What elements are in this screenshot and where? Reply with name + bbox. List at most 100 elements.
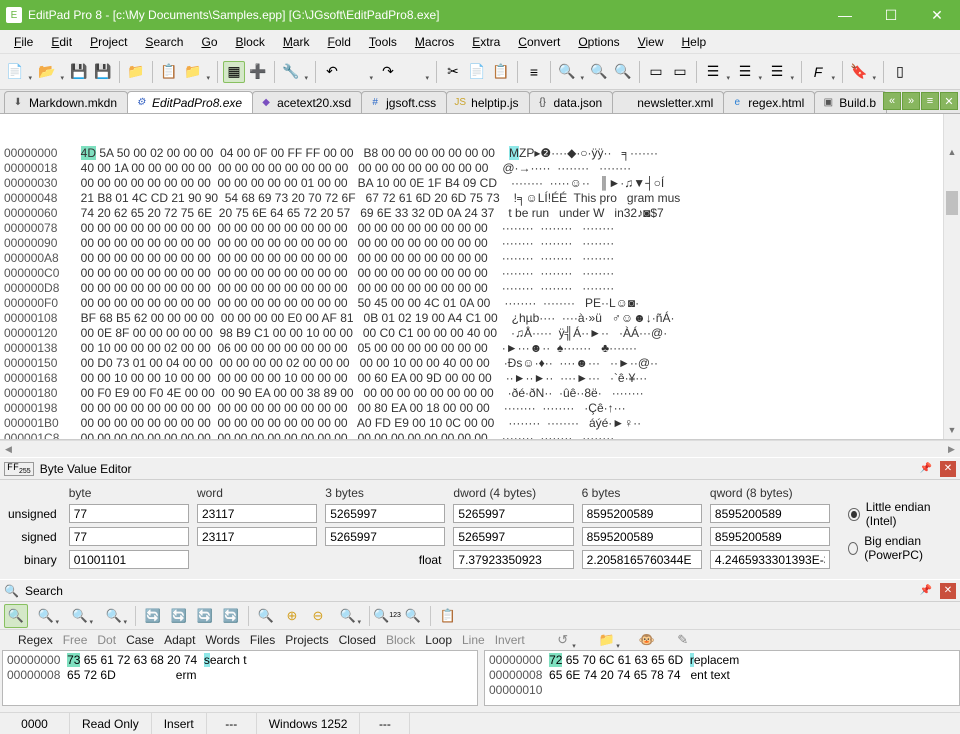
bv-unsigned[interactable] <box>325 504 445 523</box>
search-opt-projects[interactable]: Projects <box>285 633 328 647</box>
search-hl4[interactable]: 🔍 <box>332 604 364 628</box>
search-hl1[interactable]: 🔍 <box>254 604 278 628</box>
vertical-scrollbar[interactable]: ▲ ▼ <box>943 114 960 439</box>
menu-convert[interactable]: Convert <box>510 33 568 51</box>
menu-tools[interactable]: Tools <box>361 33 405 51</box>
close-button[interactable]: ✕ <box>914 0 960 30</box>
font-button[interactable]: F <box>807 61 837 83</box>
tab-data-json[interactable]: {}data.json <box>529 91 614 113</box>
undo-button[interactable]: ↶ <box>321 61 343 83</box>
bv-signed[interactable] <box>197 527 317 546</box>
search-opt-regex[interactable]: Regex <box>18 633 53 647</box>
find-prev-button[interactable]: 🔍 <box>612 61 634 83</box>
scroll-thumb[interactable] <box>946 191 958 215</box>
select-none-button[interactable]: ▭ <box>669 61 691 83</box>
search-replace2[interactable]: 🔄 <box>167 604 191 628</box>
find-button[interactable]: 🔍 <box>556 61 586 83</box>
search-opt-invert[interactable]: Invert <box>495 633 525 647</box>
search-extra-3[interactable]: ✎ <box>671 628 695 652</box>
tab-scroll-left[interactable]: « <box>883 92 901 110</box>
open-folder-button[interactable]: 📁 <box>125 61 147 83</box>
grid-view-button[interactable]: ▦ <box>223 61 245 83</box>
search-opt-block[interactable]: Block <box>386 633 415 647</box>
search-find-button[interactable]: 🔍 <box>4 604 28 628</box>
bv-unsigned[interactable] <box>710 504 830 523</box>
status-encoding[interactable]: Windows 1252 <box>257 713 361 734</box>
bv-signed[interactable] <box>69 527 189 546</box>
minimize-button[interactable]: — <box>822 0 868 30</box>
little-endian-radio[interactable]: Little endian (Intel) <box>848 500 952 528</box>
search-find-prev[interactable]: 🔍 <box>64 604 96 628</box>
hex-editor[interactable]: 00000000 4D 5A 50 00 02 00 00 00 04 00 0… <box>0 114 960 440</box>
search-list[interactable]: 🔍 <box>401 604 425 628</box>
menu-file[interactable]: File <box>6 33 41 51</box>
tab-list-button[interactable]: ≡ <box>921 92 939 110</box>
menu-view[interactable]: View <box>630 33 672 51</box>
menu-project[interactable]: Project <box>82 33 135 51</box>
search-replace4[interactable]: 🔄 <box>219 604 243 628</box>
search-opt-words[interactable]: Words <box>205 633 239 647</box>
bv-binary[interactable] <box>69 550 189 569</box>
menu-search[interactable]: Search <box>137 33 191 51</box>
tab-build-b[interactable]: ▣Build.b <box>814 91 887 113</box>
big-endian-radio[interactable]: Big endian (PowerPC) <box>848 534 952 562</box>
search-opt-closed[interactable]: Closed <box>339 633 376 647</box>
bv-unsigned[interactable] <box>453 504 573 523</box>
open-file-button[interactable]: 📂 <box>36 61 66 83</box>
search-opt-line[interactable]: Line <box>462 633 485 647</box>
search-opt-files[interactable]: Files <box>250 633 275 647</box>
status-insert[interactable]: Insert <box>152 713 207 734</box>
bv-float[interactable] <box>582 550 702 569</box>
search-find-next[interactable]: 🔍 <box>30 604 62 628</box>
tab-editpadpro8-exe[interactable]: ⚙EditPadPro8.exe <box>127 91 253 113</box>
hscroll-left[interactable]: ◀ <box>0 444 17 455</box>
scroll-up-button[interactable]: ▲ <box>944 144 960 161</box>
list2-button[interactable]: ☰ <box>734 61 764 83</box>
search-count[interactable]: 🔍123 <box>375 604 399 628</box>
cut-button[interactable]: ✂ <box>442 61 464 83</box>
scroll-down-button[interactable]: ▼ <box>944 422 960 439</box>
search-extra-0[interactable]: ↺ <box>547 628 579 652</box>
bv-signed[interactable] <box>710 527 830 546</box>
search-opt-free[interactable]: Free <box>63 633 88 647</box>
indent-button[interactable]: ≡ <box>523 61 545 83</box>
folder-dropdown[interactable]: 📁 <box>182 61 212 83</box>
select-all-button[interactable]: ▭ <box>645 61 667 83</box>
menu-mark[interactable]: Mark <box>275 33 318 51</box>
menu-help[interactable]: Help <box>674 33 715 51</box>
tab-acetext20-xsd[interactable]: ◆acetext20.xsd <box>252 91 362 113</box>
copy-icon[interactable]: 📋 <box>158 61 180 83</box>
tab-scroll-right[interactable]: » <box>902 92 920 110</box>
tab-helptip-js[interactable]: JShelptip.js <box>446 91 529 113</box>
tab-newsletter-xml[interactable]: newsletter.xml <box>612 91 724 113</box>
bv-unsigned[interactable] <box>582 504 702 523</box>
panel-pin-button[interactable]: 📌 <box>918 461 934 477</box>
search-replace1[interactable]: 🔄 <box>141 604 165 628</box>
copy-button[interactable]: 📄 <box>466 61 488 83</box>
add-row-button[interactable]: ➕ <box>247 61 269 83</box>
panel-button[interactable]: ▯ <box>889 61 911 83</box>
replace-term-box[interactable]: 00000000 72 65 70 6C 61 63 65 6D replace… <box>484 650 960 706</box>
menu-edit[interactable]: Edit <box>43 33 80 51</box>
menu-go[interactable]: Go <box>193 33 225 51</box>
save-all-button[interactable]: 💾 <box>92 61 114 83</box>
search-opt-adapt[interactable]: Adapt <box>164 633 195 647</box>
maximize-button[interactable]: ☐ <box>868 0 914 30</box>
search-pin-button[interactable]: 📌 <box>918 583 934 599</box>
bv-signed[interactable] <box>582 527 702 546</box>
tab-markdown-mkdn[interactable]: ⬇Markdown.mkdn <box>4 91 128 113</box>
search-close-button[interactable]: ✕ <box>940 583 956 599</box>
find-next-button[interactable]: 🔍 <box>588 61 610 83</box>
search-hl2[interactable]: ⊕ <box>280 604 304 628</box>
panel-close-button[interactable]: ✕ <box>940 461 956 477</box>
search-extra-2[interactable]: 🐵 <box>635 628 659 652</box>
paste-button[interactable]: 📋 <box>490 61 512 83</box>
search-opt-loop[interactable]: Loop <box>425 633 452 647</box>
bv-float[interactable] <box>453 550 573 569</box>
redo-dropdown[interactable] <box>401 61 431 83</box>
search-term-box[interactable]: 00000000 73 65 61 72 63 68 20 74 search … <box>2 650 478 706</box>
horizontal-scrollbar[interactable]: ◀ ▶ <box>0 440 960 457</box>
redo-button[interactable]: ↷ <box>377 61 399 83</box>
tools-dropdown[interactable]: 🔧 <box>280 61 310 83</box>
bv-unsigned[interactable] <box>197 504 317 523</box>
